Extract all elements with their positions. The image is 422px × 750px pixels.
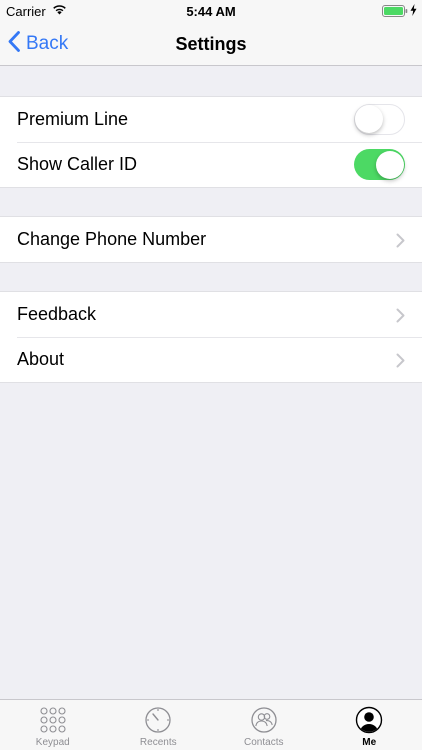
row-label: Premium Line <box>17 109 129 129</box>
navigation-bar: Back Settings <box>0 22 422 66</box>
chevron-right-icon <box>396 307 405 328</box>
settings-group-phone: Change Phone Number <box>0 216 422 263</box>
row-feedback[interactable]: Feedback <box>0 292 422 337</box>
toggle-knob <box>355 105 383 133</box>
tab-bar: Keypad Recents Contacts Me <box>0 699 422 750</box>
keypad-icon <box>40 706 66 734</box>
premium-line-toggle[interactable] <box>354 104 405 135</box>
tab-contacts[interactable]: Contacts <box>211 700 317 750</box>
row-label: About <box>17 349 65 369</box>
row-label: Change Phone Number <box>17 229 207 249</box>
tab-me[interactable]: Me <box>317 700 422 750</box>
recents-icon <box>144 706 172 734</box>
clock: 5:44 AM <box>186 4 236 19</box>
tab-keypad[interactable]: Keypad <box>0 700 106 750</box>
chevron-right-icon <box>396 352 405 373</box>
page-title: Settings <box>175 34 247 54</box>
settings-group-account: Premium Line Show Caller ID <box>0 96 422 188</box>
tab-label: Contacts <box>244 737 284 748</box>
charging-bolt-icon <box>410 4 417 19</box>
status-bar: Carrier 5:44 AM <box>0 0 422 22</box>
row-premium-line: Premium Line <box>0 97 422 142</box>
tab-label: Keypad <box>35 737 70 748</box>
battery-icon <box>382 5 408 20</box>
tab-label: Recents <box>139 737 177 748</box>
row-label: Feedback <box>17 304 97 324</box>
person-icon <box>355 706 383 734</box>
row-about[interactable]: About <box>0 337 422 382</box>
tab-label: Me <box>362 737 377 748</box>
tab-recents[interactable]: Recents <box>106 700 212 750</box>
chevron-right-icon <box>396 232 405 253</box>
show-caller-id-toggle[interactable] <box>354 149 405 180</box>
row-label: Show Caller ID <box>17 154 138 174</box>
settings-group-info: Feedback About <box>0 291 422 383</box>
toggle-knob <box>375 150 404 179</box>
row-show-caller-id: Show Caller ID <box>0 142 422 187</box>
row-change-phone-number[interactable]: Change Phone Number <box>0 217 422 262</box>
contacts-icon <box>250 706 278 734</box>
